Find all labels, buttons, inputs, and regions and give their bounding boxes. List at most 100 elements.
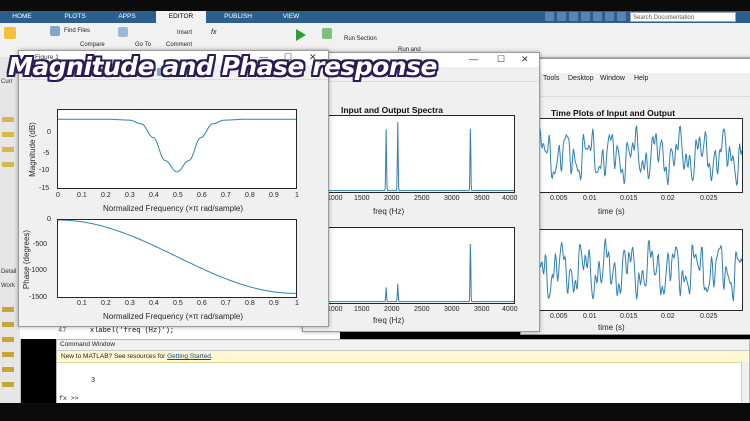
- new-icon[interactable]: [4, 27, 16, 39]
- tick-label: 2000: [384, 306, 400, 313]
- tick-label: 1000: [327, 306, 343, 313]
- file-row[interactable]: [2, 132, 14, 137]
- tick-label: 4000: [502, 195, 518, 202]
- phase-plot[interactable]: [57, 219, 297, 298]
- tab-publish[interactable]: PUBLISH: [213, 11, 263, 23]
- tick-label: 0.3: [125, 192, 135, 199]
- goto-button[interactable]: Go To: [135, 42, 151, 48]
- time-xlabel: time (s): [598, 323, 625, 332]
- tick-label: 0.005: [550, 195, 568, 202]
- file-row[interactable]: [2, 117, 14, 122]
- compare-button[interactable]: Compare: [80, 42, 105, 48]
- tab-editor[interactable]: EDITOR: [156, 11, 206, 23]
- tab-home[interactable]: HOME: [2, 11, 42, 23]
- undo-icon[interactable]: [593, 12, 602, 21]
- tick-label: -10: [39, 167, 50, 174]
- quick-access-toolbar: [545, 12, 626, 22]
- tick-label: 3000: [444, 195, 460, 202]
- minimize-icon[interactable]: —: [469, 54, 478, 64]
- fx-button[interactable]: fx: [211, 29, 216, 36]
- close-icon[interactable]: ✕: [521, 54, 529, 65]
- command-output: 3: [91, 377, 96, 385]
- workspace-var[interactable]: [2, 367, 14, 372]
- comment-button[interactable]: Comment: [166, 42, 192, 48]
- menu-help[interactable]: Help: [634, 75, 648, 82]
- tick-label: 1500: [354, 195, 370, 202]
- figure-spectra: — ☐ ✕ Input and Output Spectra 1000 1500…: [302, 52, 540, 332]
- figure-time-plots: Tools Desktop Window Help Time Plots of …: [520, 58, 750, 335]
- getting-started-link[interactable]: Getting Started: [167, 353, 211, 360]
- run-and-advance-icon[interactable]: [322, 28, 332, 39]
- spectrum-plot-input[interactable]: [327, 115, 515, 193]
- command-scrollbar[interactable]: [741, 362, 749, 403]
- tick-label: 0.025: [700, 313, 718, 320]
- maximize-icon[interactable]: ☐: [497, 54, 505, 65]
- time-plot-input[interactable]: [538, 118, 743, 193]
- tick-label: 0.2: [101, 300, 111, 307]
- tab-apps[interactable]: APPS: [106, 11, 148, 23]
- tick-label: 0.6: [197, 192, 207, 199]
- menu-desktop[interactable]: Desktop: [568, 75, 594, 82]
- search-documentation-input[interactable]: Search Documentation: [630, 12, 736, 22]
- tick-label: 4000: [502, 306, 518, 313]
- file-row[interactable]: [2, 147, 14, 152]
- spectrum-plot-output[interactable]: [327, 227, 515, 304]
- magnitude-ylabel: Magnitude (dB): [27, 122, 37, 177]
- time-plot-output[interactable]: [538, 229, 743, 311]
- workspace-var[interactable]: [2, 322, 14, 327]
- workspace-var[interactable]: [2, 382, 14, 387]
- menu-window[interactable]: Window: [600, 75, 625, 82]
- command-prompt[interactable]: fx >>: [59, 395, 79, 402]
- tick-label: 0.6: [197, 300, 207, 307]
- command-window-header: Command Window: [57, 340, 749, 351]
- notice-end: .: [210, 353, 213, 360]
- tick-label: 0.7: [221, 192, 231, 199]
- figure3-titlebar: [521, 59, 750, 73]
- figure-1-window: Figure 1 — ☐ ✕ 0 -5 -10 -15 Magnitude (d…: [18, 50, 329, 327]
- phase-ylabel: Phase (degrees): [22, 229, 32, 290]
- insert-button[interactable]: Insert: [177, 30, 192, 36]
- save-icon[interactable]: [545, 12, 554, 21]
- spectra-xlabel: freq (Hz): [373, 316, 405, 325]
- phase-xlabel: Normalized Frequency (×π rad/sample): [103, 312, 244, 321]
- tick-label: 0.02: [661, 313, 675, 320]
- run-section-button[interactable]: Run Section: [344, 36, 377, 42]
- tick-label: 2500: [414, 195, 430, 202]
- workspace-var[interactable]: [2, 307, 14, 312]
- cut-icon[interactable]: [557, 12, 566, 21]
- run-icon[interactable]: [296, 29, 306, 41]
- tick-label: -500: [33, 241, 48, 248]
- tick-label: 0.4: [149, 192, 159, 199]
- redo-icon[interactable]: [605, 12, 614, 21]
- tick-label: 0.7: [221, 300, 231, 307]
- workspace-var[interactable]: [2, 352, 14, 357]
- tick-label: 3000: [444, 306, 460, 313]
- tab-plots[interactable]: PLOTS: [54, 11, 96, 23]
- find-files-icon[interactable]: [50, 26, 60, 36]
- tick-label: 0.3: [125, 300, 135, 307]
- help-icon[interactable]: [617, 12, 626, 21]
- getting-started-notice: New to MATLAB? See resources for Getting…: [57, 351, 749, 363]
- details-label: Detail: [1, 269, 17, 275]
- workspace-var[interactable]: [2, 337, 14, 342]
- tick-label: 0.01: [583, 313, 597, 320]
- file-row[interactable]: [2, 162, 14, 167]
- tick-label: 2500: [414, 306, 430, 313]
- tick-label: 0: [47, 216, 51, 223]
- tab-view[interactable]: VIEW: [268, 11, 314, 23]
- magnitude-plot[interactable]: [57, 109, 297, 189]
- copy-icon[interactable]: [569, 12, 578, 21]
- command-window[interactable]: Command Window New to MATLAB? See resour…: [56, 339, 750, 405]
- output-spectrum-series: [328, 243, 514, 303]
- tick-label: 0.9: [269, 300, 279, 307]
- paste-icon[interactable]: [581, 12, 590, 21]
- find-files-button[interactable]: Find Files: [64, 28, 90, 34]
- tick-label: 0.1: [77, 300, 87, 307]
- tick-label: 0.2: [101, 192, 111, 199]
- tick-label: 0.8: [245, 300, 255, 307]
- menu-tools[interactable]: Tools: [543, 75, 559, 82]
- overlay-title: Magnitude and Phase response: [8, 52, 437, 81]
- print-icon[interactable]: [118, 27, 128, 37]
- tick-label: 0.015: [620, 195, 638, 202]
- magnitude-series: [58, 118, 296, 173]
